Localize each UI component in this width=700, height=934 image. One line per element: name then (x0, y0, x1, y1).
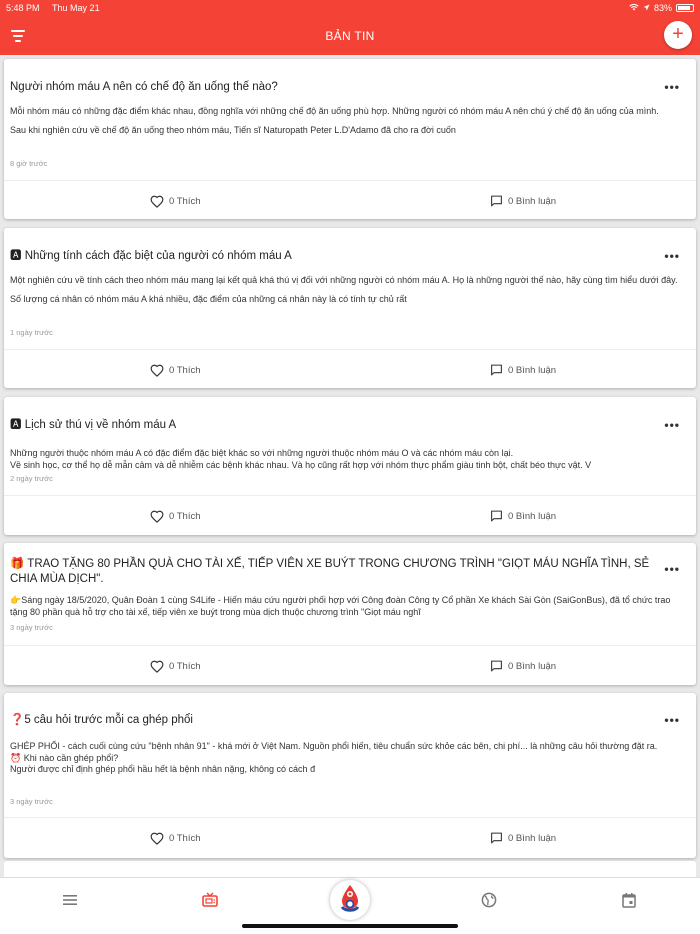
post-title[interactable]: 🎁 TRAO TẶNG 80 PHẦN QUÀ CHO TÀI XẾ, TIẾP… (10, 557, 656, 587)
like-count: 0 Thích (169, 833, 201, 844)
heart-icon (150, 832, 164, 845)
comment-count: 0 Bình luận (508, 364, 557, 376)
like-count: 0 Thích (169, 365, 201, 376)
comment-count: 0 Bình luận (508, 832, 557, 844)
divider (4, 495, 696, 496)
comment-count: 0 Bình luận (508, 660, 557, 672)
post-paragraph: Số lượng cá nhân có nhóm máu A khá nhiều… (10, 293, 407, 304)
post-excerpt: Những người thuộc nhóm máu A có đặc điểm… (10, 448, 690, 471)
more-options-icon[interactable]: ••• (664, 249, 680, 263)
battery-icon (676, 4, 694, 12)
post-card: Người nhóm máu A nên có chế độ ăn uống t… (4, 59, 696, 219)
post-paragraph: 👉Sáng ngày 18/5/2020, Quân Đoàn 1 cùng S… (10, 595, 671, 617)
post-paragraph: ⏰ Khi nào cần ghép phổi? (10, 752, 119, 763)
post-paragraph: Mỗi nhóm máu có những đặc điểm khác nhau… (10, 106, 659, 116)
post-title[interactable]: 🅰 Những tính cách đặc biệt của người có … (10, 249, 656, 264)
comment-button[interactable]: 0 Bình luận (490, 364, 556, 376)
post-excerpt: 👉Sáng ngày 18/5/2020, Quân Đoàn 1 cùng S… (10, 595, 690, 618)
post-time: 3 ngày trước (10, 797, 53, 806)
post-excerpt: Mỗi nhóm máu có những đặc điểm khác nhau… (10, 106, 690, 136)
more-options-icon[interactable]: ••• (664, 80, 680, 94)
blood-drop-logo[interactable] (330, 880, 370, 920)
post-time: 1 ngày trước (10, 328, 53, 337)
like-button[interactable]: 0 Thích (150, 660, 201, 673)
page-title: BẢN TIN (325, 29, 375, 43)
post-paragraph: Người được chỉ định ghép phổi hầu hết là… (10, 764, 316, 774)
like-count: 0 Thích (169, 511, 201, 522)
heart-icon (150, 510, 164, 523)
divider (4, 180, 696, 181)
tv-icon[interactable] (201, 891, 219, 909)
like-button[interactable]: 0 Thích (150, 195, 201, 208)
next-post-card-edge (4, 861, 696, 877)
comment-icon (491, 832, 502, 844)
post-time: 3 ngày trước (10, 623, 53, 632)
more-options-icon[interactable]: ••• (664, 562, 680, 576)
post-paragraph: Sau khi nghiên cứu về chế độ ăn uống the… (10, 124, 456, 135)
like-button[interactable]: 0 Thích (150, 832, 201, 845)
battery-percent: 83% (653, 3, 672, 13)
comment-count: 0 Bình luận (508, 510, 557, 522)
like-button[interactable]: 0 Thích (150, 510, 201, 523)
comment-icon (491, 195, 502, 207)
post-card: 🅰 Những tính cách đặc biệt của người có … (4, 228, 696, 388)
like-button[interactable]: 0 Thích (150, 364, 201, 377)
status-date: Thu May 21 (52, 3, 100, 13)
more-options-icon[interactable]: ••• (664, 713, 680, 727)
status-time: 5:48 PM (6, 3, 40, 13)
like-count: 0 Thích (169, 661, 201, 672)
divider (4, 645, 696, 646)
divider (4, 817, 696, 818)
comment-button[interactable]: 0 Bình luận (490, 832, 556, 844)
divider (4, 349, 696, 350)
menu-icon[interactable] (61, 891, 79, 909)
post-paragraph: Về sinh học, cơ thể họ dễ mẫn cảm và dễ … (10, 459, 592, 470)
app-header: BẢN TIN + (0, 17, 700, 55)
comment-button[interactable]: 0 Bình luận (490, 660, 556, 672)
add-post-button[interactable]: + (664, 21, 692, 49)
home-indicator[interactable] (242, 924, 458, 928)
post-time: 8 giờ trước (10, 159, 48, 168)
post-paragraph: Một nghiên cứu về tính cách theo nhóm má… (10, 275, 678, 285)
heart-icon (150, 364, 164, 377)
post-title[interactable]: ❓5 câu hỏi trước mỗi ca ghép phổi (10, 713, 656, 728)
post-title[interactable]: 🅰 Lịch sử thú vị về nhóm máu A (10, 418, 656, 433)
comment-icon (491, 660, 502, 672)
more-options-icon[interactable]: ••• (664, 418, 680, 432)
like-count: 0 Thích (169, 196, 201, 207)
heart-icon (150, 195, 164, 208)
post-title[interactable]: Người nhóm máu A nên có chế độ ăn uống t… (10, 80, 656, 95)
post-paragraph: GHÉP PHỔI - cách cuối cùng cứu "bệnh nhâ… (10, 741, 658, 751)
post-time: 2 ngày trước (10, 474, 53, 483)
comment-count: 0 Bình luận (508, 195, 557, 207)
comment-icon (491, 510, 502, 522)
post-excerpt: GHÉP PHỔI - cách cuối cùng cứu "bệnh nhâ… (10, 741, 690, 776)
post-paragraph: Những người thuộc nhóm máu A có đặc điểm… (10, 448, 514, 458)
wifi-icon (629, 3, 639, 13)
status-bar: 5:48 PM Thu May 21 83% (0, 0, 700, 17)
post-card: 🅰 Lịch sử thú vị về nhóm máu A ••• Những… (4, 397, 696, 535)
calendar-icon[interactable] (620, 891, 638, 909)
post-excerpt: Một nghiên cứu về tính cách theo nhóm má… (10, 275, 690, 305)
heart-icon (150, 660, 164, 673)
post-card: 🎁 TRAO TẶNG 80 PHẦN QUÀ CHO TÀI XẾ, TIẾP… (4, 543, 696, 685)
comment-button[interactable]: 0 Bình luận (490, 510, 556, 522)
news-feed[interactable]: Người nhóm máu A nên có chế độ ăn uống t… (0, 55, 700, 877)
comment-button[interactable]: 0 Bình luận (490, 195, 556, 207)
post-card: ❓5 câu hỏi trước mỗi ca ghép phổi ••• GH… (4, 693, 696, 858)
comment-icon (491, 364, 502, 376)
bottom-tab-bar (0, 877, 700, 922)
location-icon (643, 3, 650, 13)
globe-icon[interactable] (480, 891, 498, 909)
